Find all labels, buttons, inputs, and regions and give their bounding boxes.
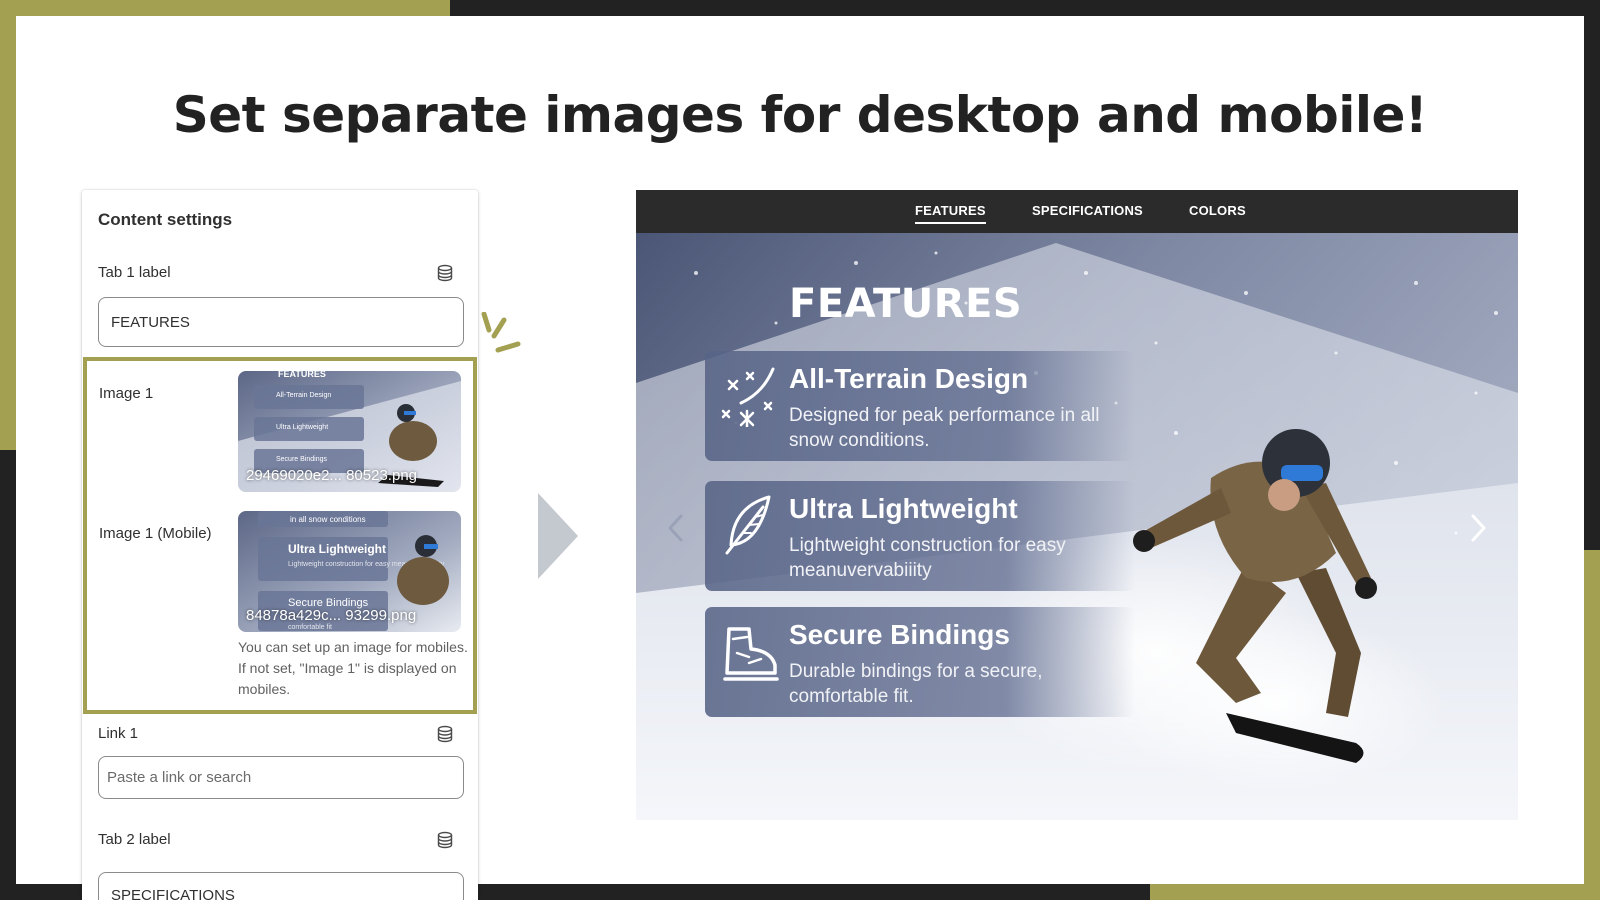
feature-description: Designed for peak performance in all sno…	[789, 405, 1100, 451]
storefront-preview: FEATURES SPECIFICATIONS COLORS FEATURES …	[636, 190, 1518, 820]
content-settings-panel: Content settings Tab 1 label FEATURES Im…	[82, 190, 478, 900]
boot-icon	[723, 627, 779, 681]
preview-tab-bar: FEATURES SPECIFICATIONS COLORS	[636, 190, 1518, 233]
image1-label: Image 1	[99, 385, 154, 402]
tab2-input-value: SPECIFICATIONS	[111, 887, 235, 900]
database-icon[interactable]	[436, 264, 454, 282]
chevron-left-icon[interactable]	[666, 513, 686, 543]
image1-mobile-label: Image 1 (Mobile)	[99, 525, 212, 542]
snowflake-icon	[721, 367, 775, 427]
link1-input-placeholder: Paste a link or search	[107, 769, 252, 786]
image1-mobile-thumbnail[interactable]: in all snow conditions Ultra Lightweight…	[238, 511, 461, 632]
thumb2-text-1: in all snow conditions	[290, 515, 366, 524]
thumb1-text-feature2: Ultra Lightweight	[276, 424, 328, 431]
tab-specifications[interactable]: SPECIFICATIONS	[1032, 203, 1143, 218]
tab2-label: Tab 2 label	[98, 831, 171, 848]
feature-card: Secure Bindings Durable bindings for a s…	[705, 607, 1135, 717]
thumb1-text-feature1: All-Terrain Design	[276, 392, 331, 399]
arrow-right-icon	[538, 493, 578, 579]
panel-title: Content settings	[98, 210, 233, 229]
mobile-image-help-text: You can set up an image for mobiles. If …	[238, 639, 468, 697]
thumb2-text-2: Ultra Lightweight	[288, 542, 386, 556]
feature-title: All-Terrain Design	[789, 363, 1029, 394]
tab1-label: Tab 1 label	[98, 264, 171, 281]
feather-icon	[725, 495, 771, 555]
tab2-input[interactable]: SPECIFICATIONS	[98, 872, 464, 900]
thumb1-text-title: FEATURES	[278, 371, 326, 379]
feature-title: Secure Bindings	[789, 619, 1010, 650]
feature-card: Ultra Lightweight Lightweight constructi…	[705, 481, 1135, 591]
hero-title: FEATURES	[789, 281, 1023, 327]
headline: Set separate images for desktop and mobi…	[172, 86, 1428, 144]
image1-filename: 29469020e2... 80523.png	[246, 467, 417, 484]
feature-card: All-Terrain Design Designed for peak per…	[705, 351, 1135, 461]
link1-input[interactable]: Paste a link or search	[98, 756, 464, 799]
database-icon[interactable]	[436, 725, 454, 743]
database-icon[interactable]	[436, 831, 454, 849]
image1-thumbnail[interactable]: FEATURES All-Terrain Design Ultra Lightw…	[238, 371, 461, 492]
hero-banner: FEATURES All-Terrain Design Designed for…	[636, 233, 1518, 820]
sparkle-accent-icon	[481, 312, 521, 353]
tab1-input[interactable]: FEATURES	[98, 297, 464, 347]
feature-title: Ultra Lightweight	[789, 493, 1018, 524]
tab-colors[interactable]: COLORS	[1189, 203, 1246, 218]
thumb1-text-feature3: Secure Bindings	[276, 456, 327, 463]
image-settings-highlight: Image 1 FEATURES All-Terrain Design Ultr…	[83, 357, 477, 714]
tab-features[interactable]: FEATURES	[915, 203, 986, 224]
image1-mobile-filename: 84878a429c... 93299.png	[246, 607, 417, 624]
chevron-right-icon[interactable]	[1468, 513, 1488, 543]
feature-description: Lightweight construction for easy meanuv…	[789, 535, 1066, 581]
feature-description: Durable bindings for a secure, comfortab…	[789, 661, 1043, 707]
thumb2-text-5: comfortable fit	[288, 624, 332, 631]
link1-label: Link 1	[98, 725, 139, 742]
tab1-input-value: FEATURES	[111, 313, 190, 331]
